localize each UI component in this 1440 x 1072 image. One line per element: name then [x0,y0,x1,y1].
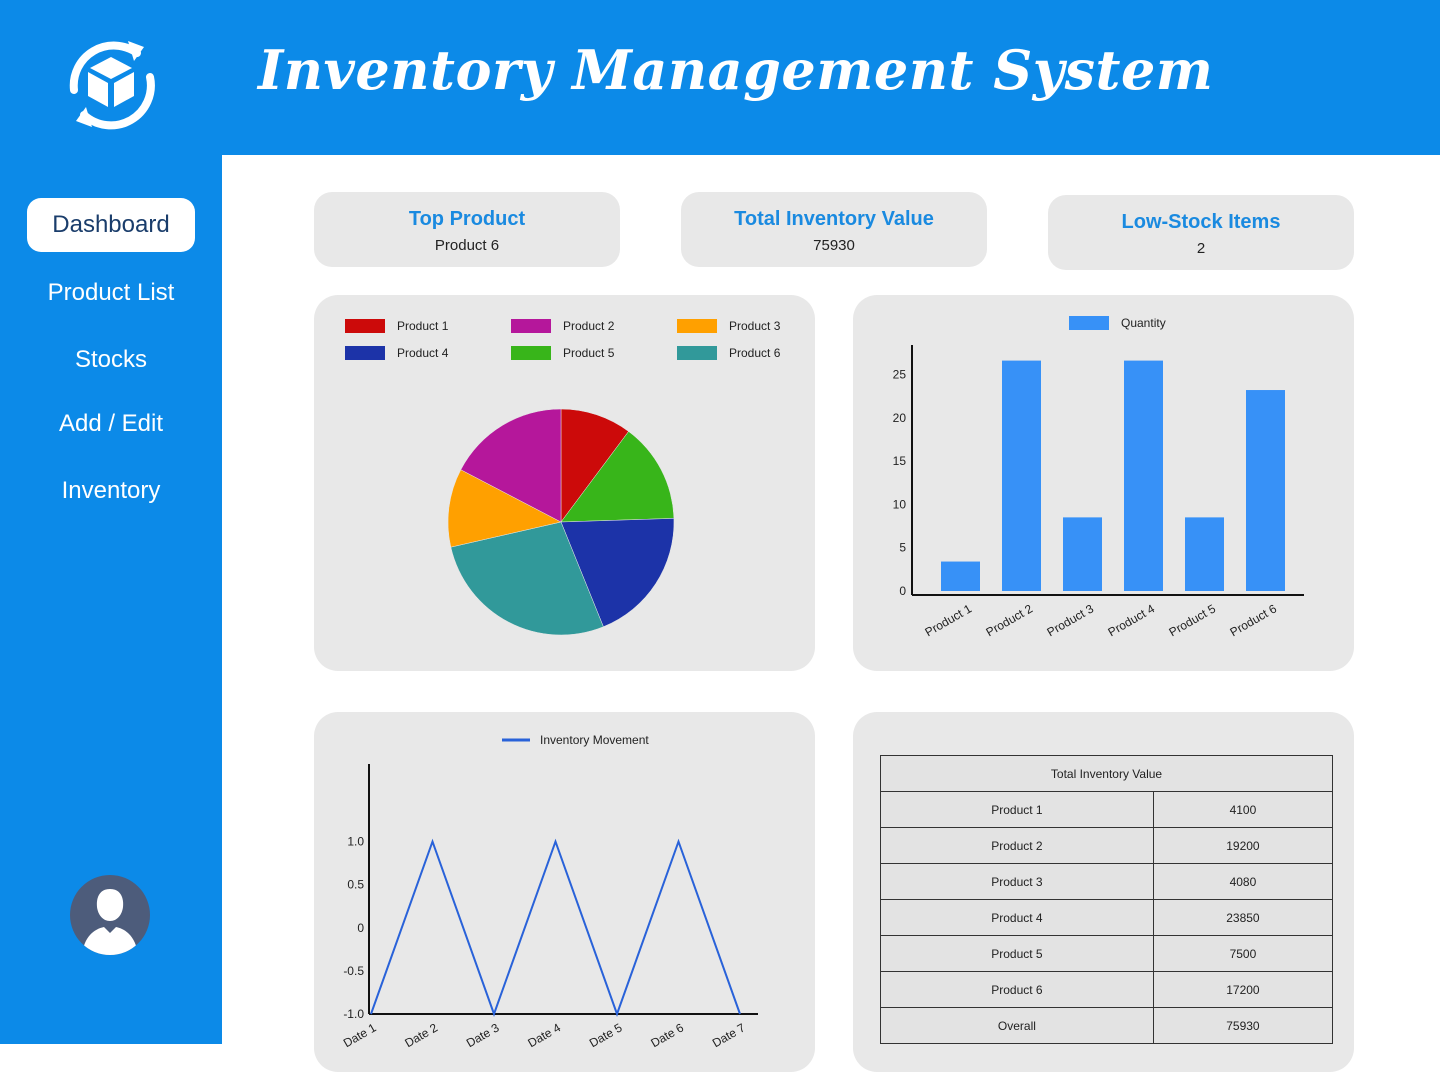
line-y-tick-label: 1.0 [347,835,364,849]
app-header: Inventory Management System [0,0,1440,155]
bar-x-tick-label: Product 6 [1228,601,1280,639]
bar [1246,390,1285,591]
table-cell-product: Product 4 [880,899,1154,936]
sidebar-item-dashboard[interactable]: Dashboard [27,198,195,252]
bar-y-tick-label: 5 [899,541,906,555]
pie-chart-panel: Product 1 Product 2 Product 3 Product 4 Prod… [314,295,815,671]
table-cell-value: 23850 [1152,899,1334,936]
table-cell-value: 7500 [1152,935,1334,972]
inventory-value-table: Total Inventory Value Product 1 4100 Produ… [880,755,1334,1044]
app-title: Inventory Management System [258,38,1214,102]
line-y-tick-label: -1.0 [343,1007,364,1021]
line-y-tick-label: -0.5 [343,964,364,978]
stat-value: 75930 [813,237,855,254]
bar [1185,517,1224,591]
table-cell-product: Overall [880,1007,1154,1044]
bar-y-tick-label: 0 [899,584,906,598]
line-x-tick-label: Date 1 [341,1020,379,1050]
bar-legend-label: Quantity [1121,316,1166,330]
stat-title: Low-Stock Items [1121,211,1281,233]
line-x-tick-label: Date 4 [525,1020,563,1050]
table-cell-value: 4080 [1152,863,1334,900]
line-legend-label: Inventory Movement [540,733,649,747]
bar-y-tick-label: 20 [893,411,907,425]
bar-chart-panel: Quantity 0 5 10 15 20 25 Product 1 Product 2 Prod… [853,295,1354,671]
bar-x-tick-label: Product 5 [1167,601,1219,639]
table-row: Product 3 4080 [880,863,1334,900]
table-row: Overall 75930 [880,1007,1334,1044]
line-chart: Inventory Movement -1.0 -0.5 0 0.5 1.0 Date 1 D… [341,733,758,1050]
table-cell-product: Product 1 [880,791,1154,828]
line-series [370,838,741,1017]
bar-y-tick-label: 15 [893,454,907,468]
table-row: Product 5 7500 [880,935,1334,972]
bar-x-tick-label: Product 2 [984,601,1036,639]
line-chart-panel: Inventory Movement -1.0 -0.5 0 0.5 1.0 Date 1 D… [314,712,815,1072]
table-cell-value: 17200 [1152,971,1334,1008]
inventory-logo-icon [69,41,155,130]
table-row: Product 4 23850 [880,899,1334,936]
table-cell-value: 19200 [1152,827,1334,864]
bar-x-tick-label: Product 4 [1106,601,1158,639]
line-x-tick-label: Date 3 [464,1020,502,1050]
stat-card-top-product: Top Product Product 6 [314,192,620,267]
bar [1002,360,1041,591]
line-y-tick-label: 0.5 [347,878,364,892]
table-cell-product: Product 6 [880,971,1154,1008]
table-row: Product 2 19200 [880,827,1334,864]
table-cell-value: 4100 [1152,791,1334,828]
stat-value: 2 [1196,240,1206,257]
line-x-tick-label: Date 6 [648,1020,686,1050]
table-row: Product 6 17200 [880,971,1334,1008]
sidebar-item-stocks[interactable]: Stocks [27,333,195,387]
table-row: Product 1 4100 [880,791,1334,828]
sidebar-item-inventory[interactable]: Inventory [27,464,195,518]
bar-y-tick-label: 25 [893,367,907,381]
inventory-value-table-panel: Total Inventory Value Product 1 4100 Produ… [853,712,1354,1072]
user-avatar-icon [82,889,138,955]
bar [941,561,980,591]
table-title: Total Inventory Value [880,755,1333,792]
table-cell-product: Product 2 [880,827,1154,864]
sidebar: Dashboard Product List Stocks Add / Edit… [0,155,222,1044]
bar [1124,360,1163,591]
stat-card-low-stock-items: Low-Stock Items 2 [1048,195,1354,270]
table-header-row: Total Inventory Value [880,755,1333,792]
stat-card-total-inventory-value: Total Inventory Value 75930 [681,192,987,267]
table-cell-value: 75930 [1152,1007,1334,1044]
line-x-tick-label: Date 7 [710,1020,748,1050]
bar-chart: Quantity0510152025Product 1 Product 2 Prod… [893,316,1304,639]
user-avatar[interactable] [70,875,150,955]
sidebar-item-add-edit[interactable]: Add / Edit [27,397,195,451]
stat-title: Top Product [408,208,526,230]
bar-legend-swatch [1069,316,1109,330]
line-y-tick-label: 0 [357,921,364,935]
line-x-tick-label: Date 5 [587,1020,625,1050]
table-cell-product: Product 3 [880,863,1154,900]
bar-x-tick-label: Product 1 [923,601,975,639]
stat-value: Product 6 [434,237,500,254]
bar [1063,517,1102,591]
pie-chart [447,408,675,636]
stat-title: Total Inventory Value [734,208,934,230]
bar-y-tick-label: 10 [893,497,907,511]
line-x-tick-label: Date 2 [402,1020,440,1050]
table-cell-product: Product 5 [880,935,1154,972]
sidebar-item-product-list[interactable]: Product List [27,266,195,320]
bar-x-tick-label: Product 3 [1045,601,1097,639]
